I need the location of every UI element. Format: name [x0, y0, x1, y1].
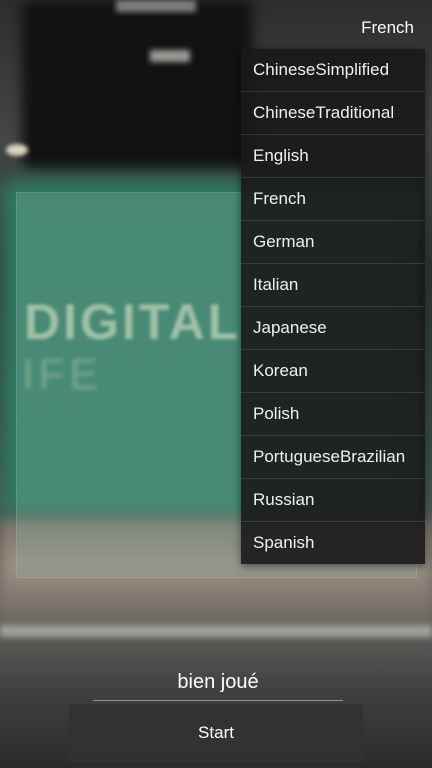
language-dropdown-menu: ChineseSimplified ChineseTraditional Eng…	[241, 49, 425, 564]
language-option-spanish[interactable]: Spanish	[241, 522, 425, 564]
start-button[interactable]: Start	[69, 704, 363, 762]
background-light	[150, 50, 190, 62]
text-input[interactable]	[93, 664, 343, 701]
language-selector[interactable]: French	[361, 18, 414, 38]
language-option-russian[interactable]: Russian	[241, 479, 425, 522]
language-option-english[interactable]: English	[241, 135, 425, 178]
language-option-portuguese-brazilian[interactable]: PortugueseBrazilian	[241, 436, 425, 479]
language-option-polish[interactable]: Polish	[241, 393, 425, 436]
language-option-italian[interactable]: Italian	[241, 264, 425, 307]
language-option-german[interactable]: German	[241, 221, 425, 264]
background-light	[6, 144, 28, 156]
background-light	[116, 0, 196, 12]
language-option-chinese-traditional[interactable]: ChineseTraditional	[241, 92, 425, 135]
language-option-japanese[interactable]: Japanese	[241, 307, 425, 350]
background-object	[22, 0, 252, 170]
language-option-korean[interactable]: Korean	[241, 350, 425, 393]
language-option-chinese-simplified[interactable]: ChineseSimplified	[241, 49, 425, 92]
background-shelf	[0, 625, 432, 637]
language-option-french[interactable]: French	[241, 178, 425, 221]
